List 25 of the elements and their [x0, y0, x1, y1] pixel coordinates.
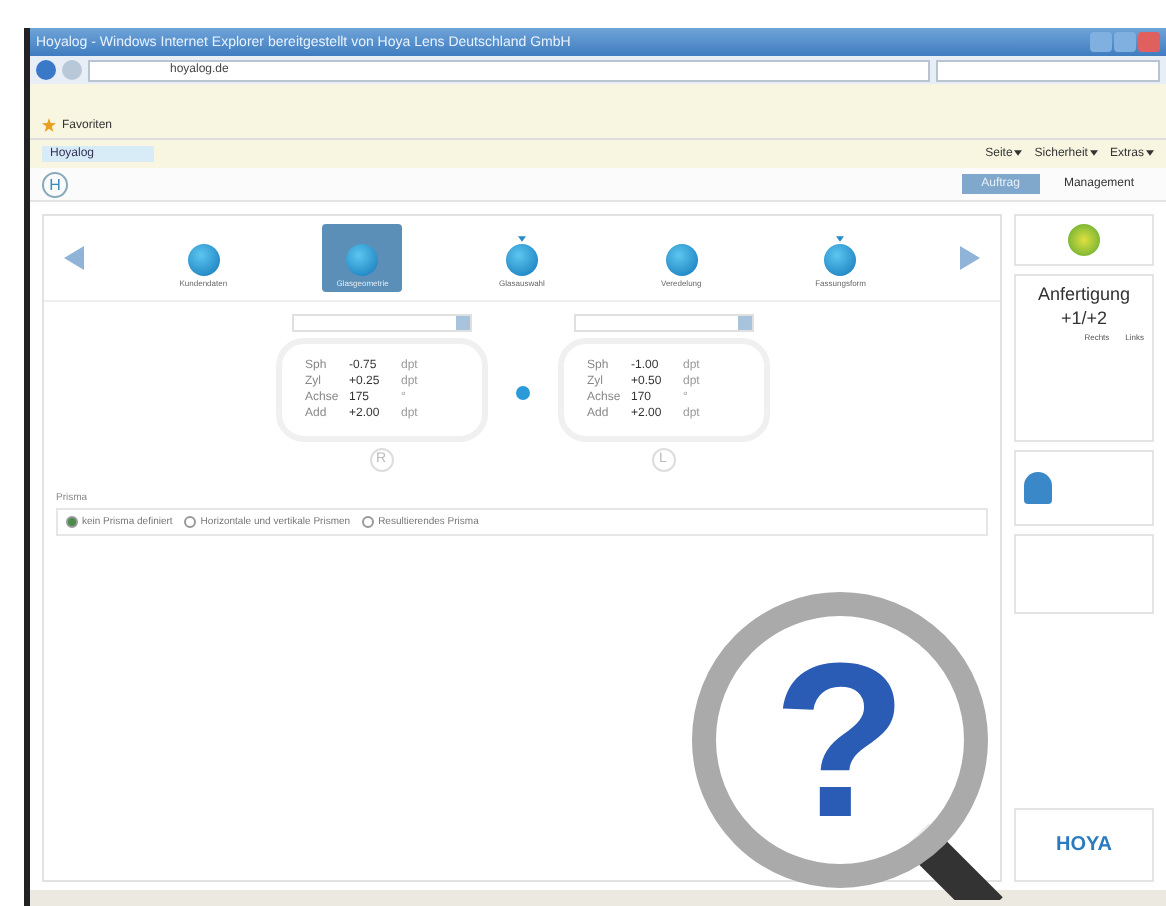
bridge-dot-icon [515, 386, 529, 400]
news-card [1014, 534, 1154, 614]
dropdown[interactable] [573, 314, 753, 332]
caret-icon [1089, 149, 1098, 156]
maximize-button[interactable] [1114, 32, 1136, 52]
search-field[interactable] [936, 59, 1160, 81]
person-icon [1024, 472, 1052, 504]
home-logo[interactable]: H [42, 171, 68, 197]
code-text: +1/+2 [1060, 308, 1108, 328]
caret-icon [1146, 149, 1154, 156]
status-text: Anfertigung [1037, 284, 1131, 304]
dropdown[interactable] [291, 314, 471, 332]
action-card[interactable] [1014, 214, 1154, 266]
close-button[interactable] [1138, 32, 1160, 52]
previous-arrow-icon[interactable] [64, 246, 84, 270]
radio-icon[interactable] [66, 516, 78, 528]
radio-icon[interactable] [184, 516, 197, 528]
minimize-button[interactable] [1090, 32, 1112, 52]
radio-icon[interactable] [362, 516, 375, 528]
brand-logo: HOYA [1056, 832, 1112, 860]
circle-icon [1068, 224, 1100, 256]
star-icon[interactable] [42, 118, 56, 132]
next-arrow-icon[interactable] [959, 246, 980, 270]
caret-icon [1014, 149, 1023, 156]
back-icon[interactable] [36, 60, 56, 80]
